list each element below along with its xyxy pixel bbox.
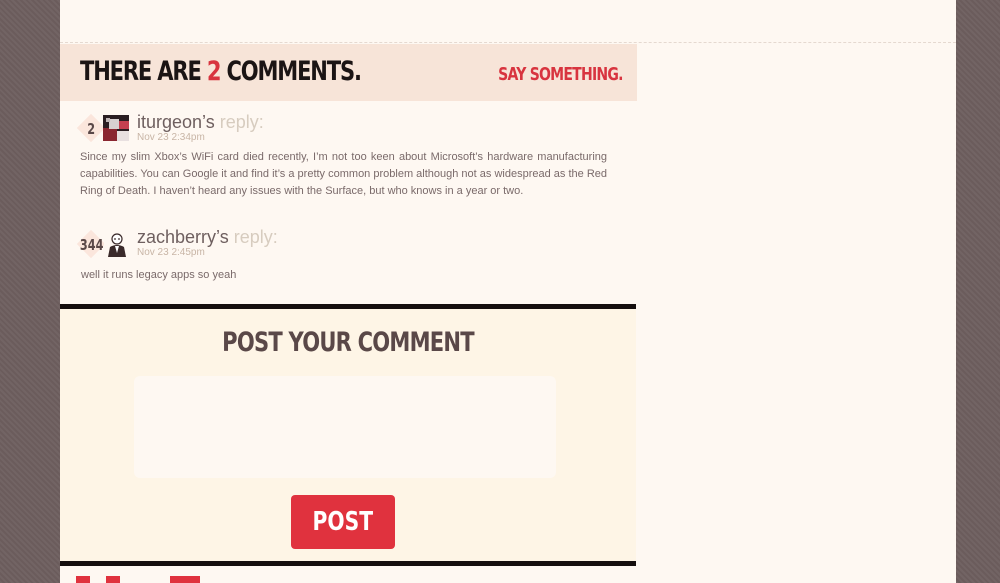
comment-body: Since my slim Xbox’s WiFi card died rece… xyxy=(80,151,607,197)
comments-title: THERE ARE 2 COMMENTS. xyxy=(80,56,362,87)
comment-item: 2 iturgeon’s reply: Nov 23 2:34pm Since … xyxy=(60,101,637,211)
post-comment-panel: POST YOUR COMMENT POST xyxy=(60,304,636,566)
main-content: THERE ARE 2 COMMENTS. SAY SOMETHING. 2 i… xyxy=(60,0,956,583)
post-button[interactable]: POST xyxy=(291,495,395,549)
comment-date: Nov 23 2:45pm xyxy=(137,247,205,258)
comment-author-name: iturgeon’s xyxy=(137,112,215,132)
footer-logo-mark xyxy=(76,576,120,583)
comment-rank: 2 xyxy=(87,120,95,138)
reply-link[interactable]: reply: xyxy=(234,227,278,247)
avatar[interactable] xyxy=(103,115,129,141)
comment-item: 344 zachberry’s reply: Nov 23 2:45pm wel… xyxy=(60,219,637,289)
post-button-label: POST xyxy=(312,507,374,537)
comment-author[interactable]: zachberry’s reply: xyxy=(137,227,278,248)
comment-count: 2 xyxy=(206,56,222,87)
say-something-link[interactable]: SAY SOMETHING. xyxy=(498,64,623,85)
comments-title-suffix: COMMENTS. xyxy=(220,56,361,87)
footer-logo-block xyxy=(170,576,200,583)
comment-rank-badge: 2 xyxy=(80,110,102,148)
top-divider xyxy=(60,42,956,43)
comment-author[interactable]: iturgeon’s reply: xyxy=(137,112,264,133)
comment-date: Nov 23 2:34pm xyxy=(137,132,205,143)
comment-rank-badge: 344 xyxy=(80,226,104,264)
comment-rank: 344 xyxy=(80,236,104,254)
comment-textarea[interactable] xyxy=(134,376,556,478)
comment-author-name: zachberry’s xyxy=(137,227,229,247)
comments-title-prefix: THERE ARE xyxy=(80,56,207,87)
avatar[interactable] xyxy=(104,231,130,257)
comment-body: well it runs legacy apps so yeah xyxy=(81,269,237,281)
reply-link[interactable]: reply: xyxy=(220,112,264,132)
comments-header: THERE ARE 2 COMMENTS. SAY SOMETHING. xyxy=(60,44,637,101)
post-comment-title: POST YOUR COMMENT xyxy=(222,327,474,358)
